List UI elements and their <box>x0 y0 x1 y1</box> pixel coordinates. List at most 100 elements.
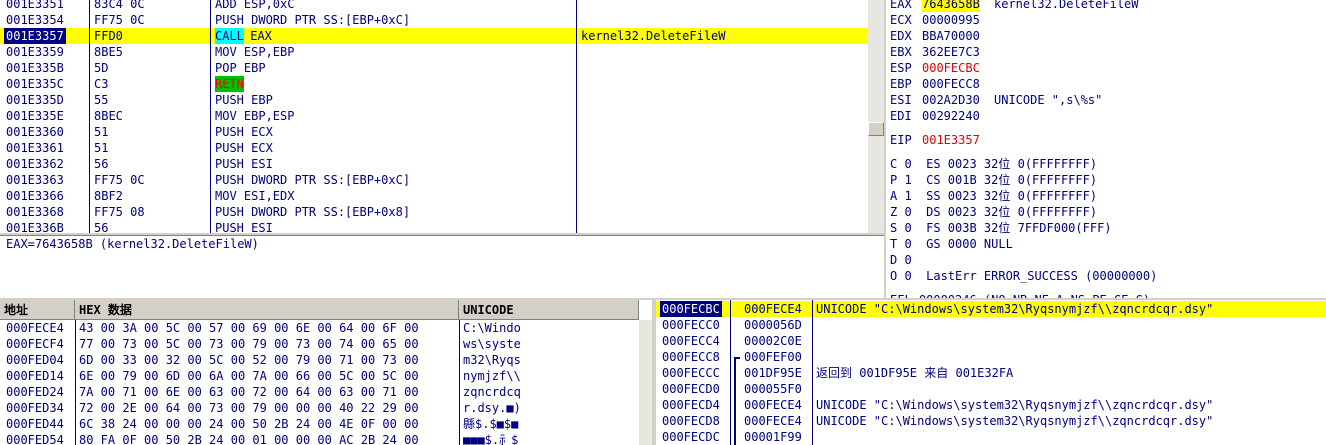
disasm-row[interactable]: 001E3368 FF75 08 PUSH DWORD PTR SS:[EBP+0x… <box>0 204 868 220</box>
stack-comment: UNICODE "C:\Windows\system32\Ryqsnymjzf\… <box>816 414 1214 428</box>
stack-row[interactable]: 000FECCC 001DF95E 返回到 001DF95E 来自 001E32FA <box>656 365 1326 381</box>
stack-row[interactable]: 000FECBC 000FECE4 UNICODE "C:\Windows\syst… <box>656 301 1326 317</box>
dump-row[interactable]: 000FED14 6E 00 79 00 6D 00 6A 00 7A 00 66… <box>0 368 639 384</box>
stack-row[interactable]: 000FECC8 000FEF00 <box>656 349 1326 365</box>
stack-pane[interactable]: 000FECBC 000FECE4 UNICODE "C:\Windows\syst… <box>656 300 1326 445</box>
disasm-row[interactable]: 001E335B 5D POP EBP <box>0 60 868 76</box>
disasm-row[interactable]: 001E3354 FF75 0C PUSH DWORD PTR SS:[EBP+0x… <box>0 12 868 28</box>
register-name: ESI <box>890 93 912 107</box>
stack-row[interactable]: 000FECC4 00002C0E <box>656 333 1326 349</box>
col-divider <box>459 320 460 445</box>
stack-value: 0000056D <box>744 318 802 332</box>
disasm-address: 001E335B <box>6 61 64 75</box>
disasm-instruction: MOV ESP,EBP <box>215 45 295 59</box>
dump-scrollbar[interactable] <box>639 320 652 445</box>
disasm-row[interactable]: 001E3351 83C4 0C ADD ESP,0xC <box>0 0 868 12</box>
stack-row[interactable]: 000FECDC 00001F99 <box>656 429 1326 445</box>
flag-row[interactable]: A 1 SS 0023 32位 0(FFFFFFFF) <box>890 188 1097 204</box>
register-name: EDX <box>890 29 912 43</box>
disasm-row[interactable]: 001E335E 8BEC MOV EBP,ESP <box>0 108 868 124</box>
disasm-address: 001E3362 <box>6 157 64 171</box>
disasm-row[interactable]: 001E3362 56 PUSH ESI <box>0 156 868 172</box>
disasm-hex: 56 <box>94 221 109 233</box>
registers-pane[interactable]: EAX 7643658B kernel32.DeleteFileW ECX 000009… <box>886 0 1326 298</box>
disasm-instruction: PUSH ESI <box>215 221 273 233</box>
disasm-hex: FF75 08 <box>94 205 145 219</box>
stack-row[interactable]: 000FECC0 0000056D <box>656 317 1326 333</box>
disasm-instruction: PUSH DWORD PTR SS:[EBP+0xC] <box>215 173 411 187</box>
register-row[interactable]: EAX 7643658B kernel32.DeleteFileW <box>886 0 1326 12</box>
disasm-row[interactable]: 001E3357 FFD0 CALL EAX kernel32.DeleteFileW <box>0 28 868 44</box>
eip-row[interactable]: EIP 001E3357 <box>886 132 1326 148</box>
stack-value: 000FEF00 <box>744 350 802 364</box>
register-value: 7643658B <box>922 0 980 12</box>
efl-row[interactable]: EFL 00000246 (NO,NB,NE,A,NS,PE,GE,G) <box>890 292 1150 298</box>
disasm-address: 001E335D <box>6 93 64 107</box>
disasm-row[interactable]: 001E335C C3 RETN <box>0 76 868 92</box>
disasm-row[interactable]: 001E3361 51 PUSH ECX <box>0 140 868 156</box>
dump-row[interactable]: 000FED24 7A 00 71 00 6E 00 63 00 72 00 64… <box>0 384 639 400</box>
dump-row[interactable]: 000FECE4 43 00 3A 00 5C 00 57 00 69 00 6E… <box>0 320 639 336</box>
dump-text: zqncrdcq <box>463 385 521 399</box>
flag-row[interactable]: D 0 <box>890 252 912 268</box>
stack-comment: UNICODE "C:\Windows\system32\Ryqsnymjzf\… <box>816 398 1214 412</box>
flag-row[interactable]: Z 0 DS 0023 32位 0(FFFFFFFF) <box>890 204 1097 220</box>
disassembly-scrollbar[interactable] <box>868 0 884 233</box>
register-row[interactable]: EBX 362EE7C3 <box>886 44 1326 60</box>
register-row[interactable]: EDX BBA70000 <box>886 28 1326 44</box>
register-row[interactable]: ESP 000FECBC <box>886 60 1326 76</box>
disasm-instruction: PUSH ECX <box>215 141 273 155</box>
dump-row[interactable]: 000FED04 6D 00 33 00 32 00 5C 00 52 00 79… <box>0 352 639 368</box>
dump-hex: 72 00 2E 00 64 00 73 00 79 00 00 00 40 2… <box>79 401 419 415</box>
dump-text: ■■■$.⺬$ <box>463 433 519 445</box>
disasm-operand: EAX <box>243 29 272 43</box>
disasm-row[interactable]: 001E3359 8BE5 MOV ESP,EBP <box>0 44 868 60</box>
dump-header-hex[interactable]: HEX 数据 <box>75 300 459 320</box>
dump-row[interactable]: 000FED34 72 00 2E 00 64 00 73 00 79 00 00… <box>0 400 639 416</box>
flag-row[interactable]: O 0 LastErr ERROR_SUCCESS (00000000) <box>890 268 1157 284</box>
dump-header-unicode[interactable]: UNICODE <box>459 300 639 320</box>
stack-value: 001DF95E <box>744 366 802 380</box>
dump-pane[interactable]: 地址 HEX 数据 UNICODE 000FECE4 43 00 3A 00 5C… <box>0 300 652 445</box>
stack-frame-bracket <box>734 429 740 445</box>
disasm-row[interactable]: 001E3366 8BF2 MOV ESI,EDX <box>0 188 868 204</box>
disasm-address: 001E3354 <box>6 13 64 27</box>
stack-row[interactable]: 000FECD8 000FECE4 UNICODE "C:\Windows\syst… <box>656 413 1326 429</box>
disassembly-scroll-thumb[interactable] <box>868 122 884 136</box>
disassembly-pane[interactable]: 001E3351 83C4 0C ADD ESP,0xC 001E3354 FF75 0… <box>0 0 868 233</box>
stack-row[interactable]: 000FECD0 000055F0 <box>656 381 1326 397</box>
stack-address: 000FECDC <box>662 430 720 444</box>
dump-text: 縣$.$■$■ <box>463 417 519 431</box>
flag-row[interactable]: P 1 CS 001B 32位 0(FFFFFFFF) <box>890 172 1097 188</box>
register-row[interactable]: ECX 00000995 <box>886 12 1326 28</box>
dump-row[interactable]: 000FED44 6C 38 24 00 00 00 24 00 50 2B 24… <box>0 416 639 432</box>
disasm-row[interactable]: 001E335D 55 PUSH EBP <box>0 92 868 108</box>
register-row[interactable]: EDI 00292240 <box>886 108 1326 124</box>
disasm-retn: RETN <box>215 76 244 92</box>
register-row[interactable]: ESI 002A2D30 UNICODE ",s\%s" <box>886 92 1326 108</box>
disasm-row[interactable]: 001E3363 FF75 0C PUSH DWORD PTR SS:[EBP+0x… <box>0 172 868 188</box>
disasm-address: 001E3368 <box>6 205 64 219</box>
disasm-row[interactable]: 001E336B 56 PUSH ESI <box>0 220 868 233</box>
disasm-row[interactable]: 001E3360 51 PUSH ECX <box>0 124 868 140</box>
flag-row[interactable]: T 0 GS 0000 NULL <box>890 236 1013 252</box>
stack-address: 000FECD4 <box>662 398 720 412</box>
dump-header-address[interactable]: 地址 <box>0 300 75 320</box>
disasm-instruction: PUSH DWORD PTR SS:[EBP+0x8] <box>215 205 411 219</box>
disasm-address: 001E336B <box>6 221 64 233</box>
dump-row[interactable]: 000FECF4 77 00 73 00 5C 00 73 00 79 00 73… <box>0 336 639 352</box>
disasm-instruction: POP EBP <box>215 61 266 75</box>
stack-frame-bracket <box>734 365 740 381</box>
flag-row[interactable]: C 0 ES 0023 32位 0(FFFFFFFF) <box>890 156 1097 172</box>
register-name: EIP <box>890 133 912 147</box>
col-divider <box>210 0 211 233</box>
disasm-instruction: ADD ESP,0xC <box>215 0 295 11</box>
flag-row[interactable]: S 0 FS 003B 32位 7FFDF000(FFF) <box>890 220 1112 236</box>
dump-hex: 7A 00 71 00 6E 00 63 00 72 00 64 00 63 0… <box>79 385 419 399</box>
stack-row[interactable]: 000FECD4 000FECE4 UNICODE "C:\Windows\syst… <box>656 397 1326 413</box>
register-value: 000FECBC <box>922 61 980 75</box>
register-value: 000FECC8 <box>922 77 980 91</box>
stack-address: 000FECC0 <box>662 318 720 332</box>
register-row[interactable]: EBP 000FECC8 <box>886 76 1326 92</box>
dump-row[interactable]: 000FED54 80 FA 0F 00 50 2B 24 00 01 00 00… <box>0 432 639 445</box>
